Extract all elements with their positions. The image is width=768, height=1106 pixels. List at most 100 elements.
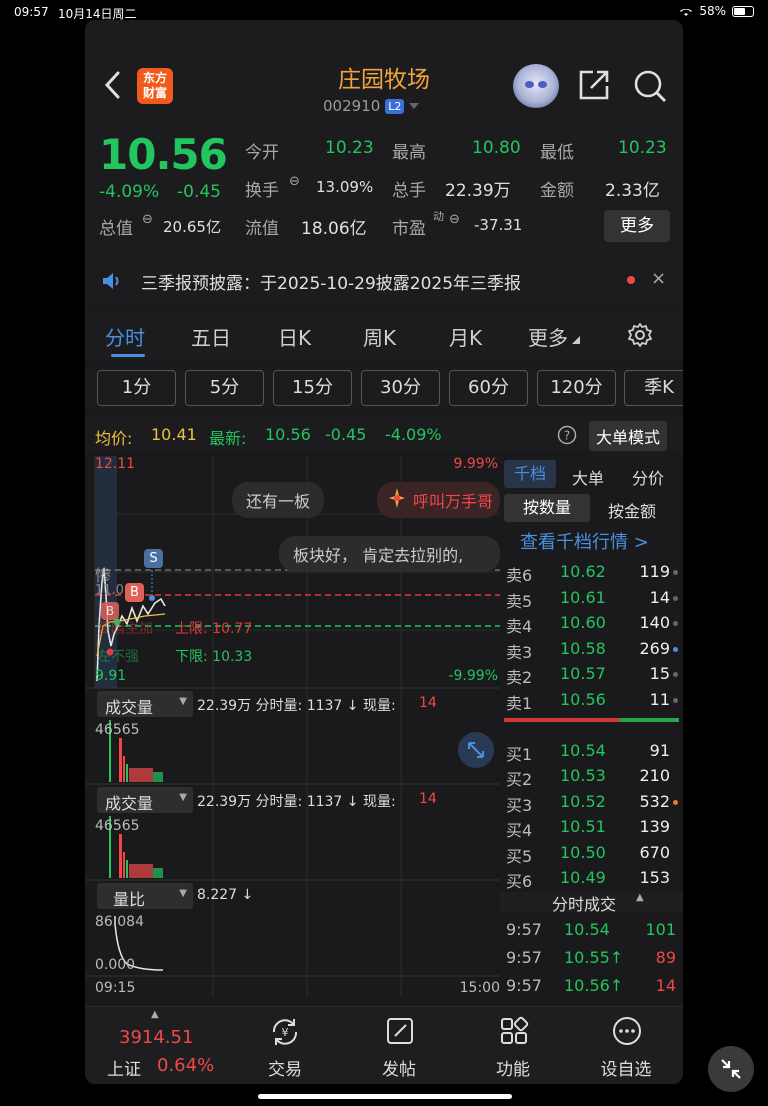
sell-qty: 15: [649, 664, 670, 683]
tab-daily-k[interactable]: 日K: [278, 322, 311, 351]
collapse-icon: [721, 1059, 741, 1079]
tab-five-day[interactable]: 五日: [191, 322, 231, 351]
interval-1min[interactable]: 1分: [97, 370, 176, 406]
big-order-mode-button[interactable]: 大单模式: [589, 421, 668, 451]
trade-price: 10.54: [564, 920, 610, 939]
buy-row-4[interactable]: 买4 10.51 139: [506, 815, 678, 840]
interval-30min[interactable]: 30分: [361, 370, 440, 406]
indicator-select-volume-2[interactable]: 成交量 ▼: [97, 787, 193, 813]
sell-level: 卖1: [506, 694, 533, 713]
comment-bubble[interactable]: 还有一板: [232, 482, 325, 518]
latest-change: -0.45: [325, 425, 367, 444]
nav-add-watchlist[interactable]: 设自选: [571, 1007, 681, 1084]
interval-120min[interactable]: 120分: [537, 370, 616, 406]
info-icon[interactable]: ⊖: [449, 212, 460, 227]
tab-price-split[interactable]: 分价: [632, 465, 664, 489]
nav-trade[interactable]: ¥ 交易: [230, 1007, 340, 1084]
tab-depth[interactable]: 千档: [504, 460, 556, 488]
subtab-by-quantity[interactable]: 按数量: [504, 494, 590, 522]
active-tab-underline: [111, 354, 145, 357]
trade-time: 9:57: [506, 920, 542, 939]
interval-quarter-k[interactable]: 季K: [624, 370, 683, 406]
lower-limit-label: 下限: 10.33: [175, 649, 253, 665]
assistant-avatar[interactable]: [513, 64, 559, 108]
tab-intraday[interactable]: 分时: [105, 322, 145, 351]
interval-60min[interactable]: 60分: [449, 370, 528, 406]
time-start-label: 09:15: [95, 980, 136, 996]
expand-icon: [468, 742, 484, 758]
subtab-by-amount[interactable]: 按金额: [608, 498, 656, 522]
interval-15min[interactable]: 15分: [273, 370, 352, 406]
info-icon[interactable]: ⊖: [289, 174, 300, 189]
nav-post[interactable]: 发帖: [344, 1007, 454, 1084]
trades-title: 分时成交: [552, 895, 617, 912]
depth-detail-link[interactable]: 查看千档行情 >: [520, 528, 649, 554]
trade-price: 10.56↑: [564, 976, 624, 995]
buy-row-6[interactable]: 买6 10.49 153: [506, 866, 678, 891]
trade-qty: 14: [655, 976, 676, 995]
wifi-icon: [680, 8, 693, 16]
buy-row-1[interactable]: 买1 10.54 91: [506, 739, 678, 764]
collapse-window-button[interactable]: [708, 1046, 754, 1092]
tab-monthly-k[interactable]: 月K: [449, 322, 482, 351]
interval-5min[interactable]: 5分: [185, 370, 264, 406]
indicator-select-volume[interactable]: 成交量 ▼: [97, 691, 193, 717]
stock-app: 东方 财富 庄园牧场 002910 L2 10.56 -4.09% -0.45 今…: [85, 20, 683, 1084]
ratio-min-label: 0.000: [95, 957, 136, 973]
lower-price-label: 9.91: [95, 668, 127, 684]
sell-row-4[interactable]: 卖4 10.60 140: [506, 611, 678, 636]
share-icon[interactable]: [577, 68, 611, 102]
faded-annotation: 左不强: [97, 649, 139, 665]
sell-row-3[interactable]: 卖3 10.58 269: [506, 637, 678, 662]
status-right: 58%: [679, 4, 754, 18]
more-button[interactable]: 更多: [604, 210, 670, 242]
buy-row-3[interactable]: 买3 10.52 532: [506, 790, 678, 815]
mktcap-value: 20.65亿: [163, 218, 221, 236]
buy-row-5[interactable]: 买5 10.50 670: [506, 841, 678, 866]
comment-bubble[interactable]: 板块好， 肯定去拉别的,: [279, 536, 500, 572]
sell-row-2[interactable]: 卖2 10.57 15: [506, 662, 678, 687]
gear-icon[interactable]: [627, 322, 653, 348]
sell-row-1[interactable]: 卖1 10.56 11: [506, 688, 678, 713]
home-indicator[interactable]: [258, 1094, 512, 1099]
nav-index[interactable]: ▲ 3914.51 上证 0.64%: [99, 1007, 219, 1084]
tab-weekly-k[interactable]: 周K: [363, 322, 396, 351]
status-time: 09:57: [14, 5, 49, 19]
stock-code-row[interactable]: 002910 L2: [323, 97, 420, 115]
notice-bar[interactable]: 三季报预披露：于2025-10-29披露2025年三季报 ×: [85, 256, 683, 306]
help-icon[interactable]: ?: [557, 425, 577, 445]
dropdown-icon: ▼: [179, 696, 187, 707]
trade-qty: 89: [655, 948, 676, 967]
volume-info: 22.39万 分时量: 1137 ↓ 现量:: [197, 794, 396, 810]
info-icon[interactable]: ⊖: [142, 212, 153, 227]
intraday-chart[interactable]: 12.11 9.99% 9.91 -9.99% 还有一板 呼叫万手哥 板块好， …: [85, 456, 500, 1004]
sell-marker[interactable]: S: [144, 549, 163, 568]
buy-qty: 153: [639, 868, 670, 887]
buy-level: 买5: [506, 847, 533, 866]
close-icon[interactable]: ×: [651, 268, 666, 289]
upper-limit-label: 上限: 10.77: [175, 621, 253, 637]
nav-functions[interactable]: 功能: [458, 1007, 568, 1084]
sell-row-6[interactable]: 卖6 10.62 119: [506, 560, 678, 585]
buy-level: 买2: [506, 770, 533, 789]
caret-up-icon: ▲: [151, 1009, 159, 1020]
avg-label: 均价:: [95, 429, 133, 448]
change-amount: -0.45: [177, 182, 221, 202]
tab-big-order[interactable]: 大单: [572, 465, 604, 489]
trade-price: 10.55↑: [564, 948, 624, 967]
amount-label: 金额: [540, 181, 574, 201]
tab-more[interactable]: 更多: [528, 322, 568, 351]
sell-row-5[interactable]: 卖5 10.61 14: [506, 586, 678, 611]
index-value: 3914.51: [119, 1027, 194, 1048]
bid-ask-ratio-bar: [504, 718, 679, 722]
indicator-select-ratio[interactable]: 量比 ▼: [97, 883, 193, 909]
volume-label: 总手: [392, 181, 426, 201]
expand-button[interactable]: [458, 732, 494, 768]
search-icon[interactable]: [632, 68, 668, 104]
trades-header[interactable]: 分时成交 ▲: [500, 892, 683, 912]
svg-text:¥: ¥: [282, 1026, 289, 1039]
buy-row-2[interactable]: 买2 10.53 210: [506, 764, 678, 789]
fireworks-icon: [389, 488, 405, 508]
indicator-label: 成交量: [105, 794, 154, 813]
buy-marker[interactable]: B: [125, 583, 144, 602]
